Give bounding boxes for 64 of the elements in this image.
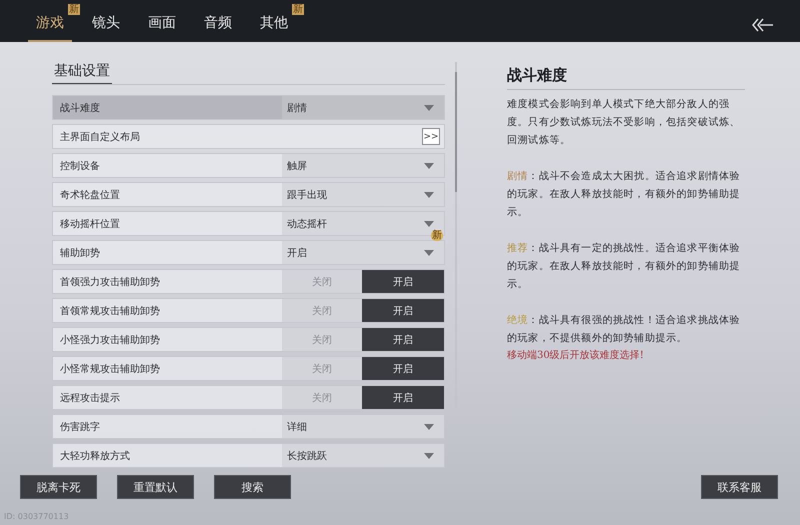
setting-label: 控制设备	[59, 160, 101, 172]
description-text: 剧情：战斗不会造成太大困扰。适合追求剧情体验的玩家。在敌人释放技能时，有额外的卸势辅助提示。	[507, 170, 742, 220]
setting-row[interactable]: 小怪强力攻击辅助卸势 关闭 开启	[52, 327, 445, 352]
dropdown-caret-icon	[424, 250, 434, 256]
dropdown[interactable]: 剧情	[282, 96, 444, 119]
setting-row[interactable]: 控制设备 触屏	[52, 153, 445, 178]
setting-row[interactable]: 主界面自定义布局 >>	[52, 124, 445, 149]
dropdown-caret-icon	[424, 162, 434, 168]
new-badge: 新	[431, 230, 443, 241]
open-button[interactable]: >>	[422, 128, 440, 145]
tab[interactable]: 镜头	[84, 14, 128, 42]
setting-row[interactable]: 远程攻击提示 关闭 开启	[52, 385, 445, 410]
setting-row[interactable]: 首领强力攻击辅助卸势 关闭 开启	[52, 269, 445, 294]
setting-label: 小怪强力攻击辅助卸势	[59, 334, 161, 346]
tab[interactable]: 音频	[196, 14, 240, 42]
setting-row[interactable]: 首领常规攻击辅助卸势 关闭 开启	[52, 298, 445, 323]
action-button[interactable]: 搜索	[214, 475, 291, 499]
setting-row[interactable]: 战斗难度 剧情	[52, 95, 445, 120]
setting-label: 辅助卸势	[59, 246, 101, 260]
action-button[interactable]: 脱离卡死	[20, 475, 97, 499]
setting-label: 首领强力攻击辅助卸势	[59, 276, 161, 288]
setting-label: 大轻功释放方式	[59, 450, 131, 462]
dropdown-caret-icon	[424, 452, 434, 458]
description-text: 难度模式会影响到单人模式下绝大部分敌人的强度。只有少数试炼玩法不受影响，包括突破试炼、回溯试炼等。	[507, 98, 742, 148]
warning-text: 移动端30级后开放该难度选择!	[507, 348, 645, 363]
on-option[interactable]: 开启	[362, 270, 444, 293]
setting-label: 战斗难度	[59, 102, 101, 114]
setting-label: 远程攻击提示	[59, 392, 121, 404]
dropdown-caret-icon	[424, 192, 434, 198]
setting-label: 移动摇杆位置	[59, 218, 121, 230]
setting-row[interactable]: 小怪常规攻击辅助卸势 关闭 开启	[52, 356, 445, 381]
service-button[interactable]: 联系客服	[701, 475, 778, 499]
setting-row[interactable]: 大轻功释放方式 长按跳跃	[52, 443, 445, 468]
new-badge: 新	[292, 4, 304, 15]
setting-label: 奇术轮盘位置	[59, 188, 121, 202]
tab[interactable]: 画面	[140, 14, 184, 42]
dropdown[interactable]: 跟手出现	[282, 183, 444, 206]
setting-label: 主界面自定义布局	[59, 130, 141, 144]
setting-label: 伤害跳字	[59, 420, 101, 434]
setting-row[interactable]: 伤害跳字 详细	[52, 414, 445, 439]
on-option[interactable]: 开启	[362, 299, 444, 322]
dropdown-caret-icon	[424, 220, 434, 226]
section-title: 基础设置	[52, 62, 112, 85]
dropdown[interactable]: 详细	[282, 415, 444, 438]
scrollbar-thumb[interactable]	[455, 72, 457, 192]
setting-row[interactable]: 辅助卸势 开启	[52, 240, 445, 265]
on-option[interactable]: 开启	[362, 386, 444, 409]
setting-label: 首领常规攻击辅助卸势	[59, 304, 161, 318]
tab[interactable]: 其他	[252, 14, 296, 42]
description-text: 绝境：战斗具有很强的挑战性！适合追求挑战体验的玩家，不提供额外的卸势辅助提示。	[507, 314, 742, 346]
description-text: 推荐：战斗具有一定的挑战性。适合追求平衡体验的玩家。在敌人释放技能时，有额外的卸势辅助提示。	[507, 242, 742, 292]
dropdown-caret-icon	[424, 104, 434, 110]
dropdown[interactable]: 长按跳跃	[282, 444, 444, 467]
new-badge: 新	[68, 4, 80, 15]
dropdown-caret-icon	[424, 424, 434, 430]
dropdown[interactable]: 开启	[282, 241, 444, 264]
on-option[interactable]: 开启	[362, 357, 444, 380]
dropdown[interactable]: 触屏	[282, 154, 444, 177]
action-button[interactable]: 重置默认	[117, 475, 194, 499]
on-option[interactable]: 开启	[362, 328, 444, 351]
setting-label: 小怪常规攻击辅助卸势	[59, 362, 161, 376]
back-icon[interactable]	[752, 18, 774, 32]
detail-title: 战斗难度	[507, 66, 745, 90]
setting-row[interactable]: 奇术轮盘位置 跟手出现	[52, 182, 445, 207]
